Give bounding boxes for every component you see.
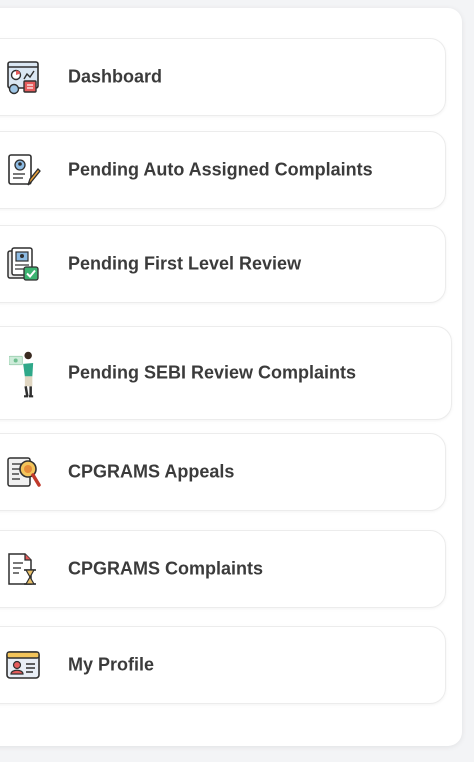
- menu-item-label: Pending SEBI Review Complaints: [68, 362, 357, 383]
- review-document-icon: [7, 247, 39, 281]
- menu-item-label: Pending Auto Assigned Complaints: [68, 159, 373, 180]
- menu-item-pending-auto-assigned[interactable]: Pending Auto Assigned Complaints: [0, 131, 446, 209]
- menu-item-dashboard[interactable]: Dashboard: [0, 38, 446, 116]
- menu-item-pending-first-level-review[interactable]: Pending First Level Review: [0, 225, 446, 303]
- menu-item-label: My Profile: [68, 654, 155, 675]
- dashboard-icon: [7, 61, 39, 95]
- menu-item-label: Pending First Level Review: [68, 253, 302, 274]
- menu-item-cpgrams-appeals[interactable]: CPGRAMS Appeals: [0, 433, 446, 511]
- menu-item-pending-sebi-review[interactable]: Pending SEBI Review Complaints: [0, 326, 452, 420]
- assign-edit-icon: [8, 154, 41, 186]
- appeal-search-icon: [7, 457, 41, 487]
- menu-item-label: CPGRAMS Appeals: [68, 461, 235, 482]
- menu-item-cpgrams-complaints[interactable]: CPGRAMS Complaints: [0, 530, 446, 608]
- person-review-icon: [9, 351, 34, 398]
- menu-item-my-profile[interactable]: My Profile: [0, 626, 446, 704]
- profile-card-icon: [6, 651, 40, 679]
- menu-item-label: Dashboard: [68, 66, 163, 87]
- menu-item-label: CPGRAMS Complaints: [68, 558, 264, 579]
- hourglass-document-icon: [8, 553, 36, 585]
